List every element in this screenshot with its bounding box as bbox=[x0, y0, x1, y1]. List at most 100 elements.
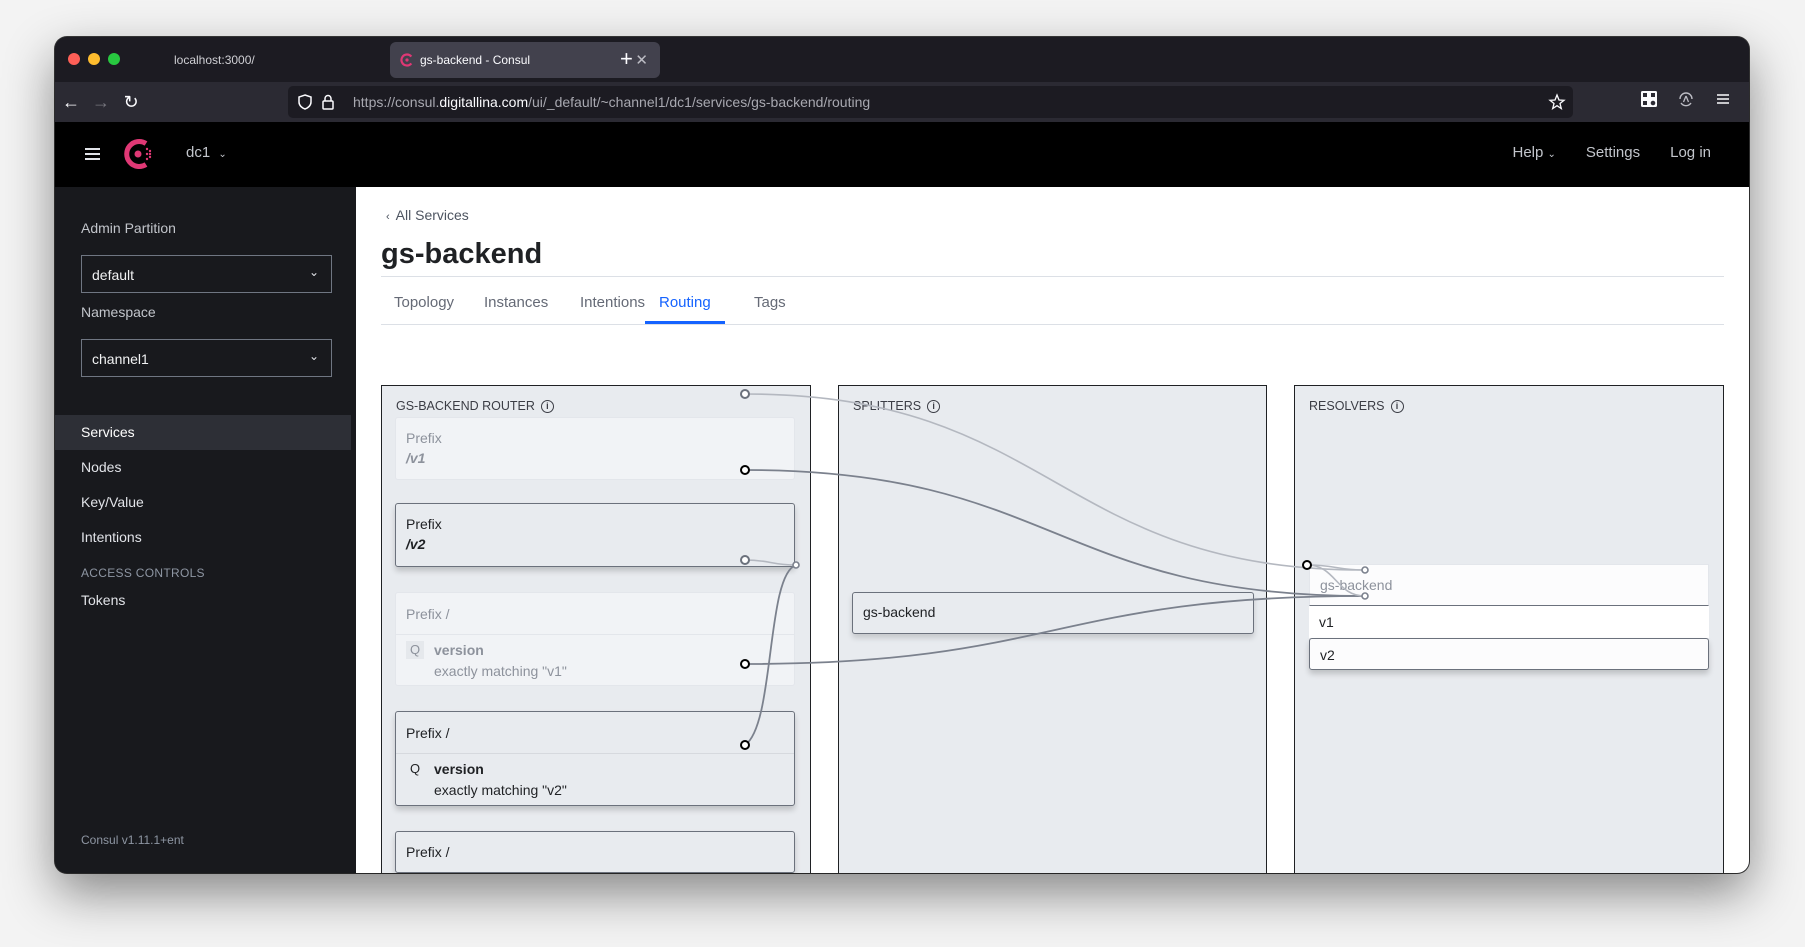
help-menu[interactable]: Help ⌄ bbox=[1513, 144, 1556, 161]
login-link[interactable]: Log in bbox=[1670, 144, 1711, 161]
settings-link[interactable]: Settings bbox=[1586, 144, 1640, 161]
query-param-key: version bbox=[434, 642, 484, 658]
route-match-value: /v2 bbox=[406, 536, 426, 552]
route-card[interactable]: Prefix / bbox=[395, 831, 795, 873]
url-path: /ui/_default/~channel1/dc1/services/gs-b… bbox=[528, 94, 871, 110]
route-card[interactable]: Prefix / Q version exactly matching "v1" bbox=[395, 592, 795, 686]
forward-icon[interactable]: → bbox=[89, 90, 113, 114]
help-label: Help bbox=[1512, 144, 1544, 161]
url-bar[interactable]: https://consul.digitallina.com/ui/_defau… bbox=[288, 86, 1573, 118]
query-param-match: exactly matching "v2" bbox=[434, 782, 567, 798]
route-card[interactable]: Prefix /v1 bbox=[395, 417, 795, 480]
sidebar-item-key-value[interactable]: Key/Value bbox=[55, 485, 351, 520]
hamburger-menu-icon[interactable] bbox=[85, 148, 100, 160]
route-match-type: Prefix bbox=[406, 516, 442, 532]
info-icon[interactable]: i bbox=[1390, 399, 1404, 413]
query-param-match: exactly matching "v1" bbox=[434, 663, 567, 679]
resolvers-title: RESOLVERS i bbox=[1309, 399, 1404, 413]
app-header: dc1 ⌄ Help ⌄ Settings Log in bbox=[55, 122, 1749, 187]
namespace-select[interactable]: channel1 ⌄ bbox=[81, 339, 332, 377]
header-nav: Help ⌄ Settings Log in bbox=[1513, 144, 1712, 161]
namespace-label: Namespace bbox=[81, 304, 156, 320]
route-match-type: Prefix / bbox=[406, 844, 450, 860]
route-card-divider bbox=[396, 634, 794, 635]
splitters-column: SPLITTERS i gs-backend bbox=[838, 385, 1267, 873]
info-icon[interactable]: i bbox=[927, 399, 941, 413]
router-title-text: GS-BACKEND ROUTER bbox=[396, 399, 535, 413]
consul-version: Consul v1.11.1+ent bbox=[81, 833, 184, 847]
resolver-subset-v1[interactable]: v1 bbox=[1309, 606, 1709, 638]
service-tabs: Topology Instances Intentions Routing Ta… bbox=[381, 283, 1724, 325]
active-tab-indicator bbox=[645, 321, 725, 324]
sidebar-item-services[interactable]: Services bbox=[55, 415, 351, 450]
router-title: GS-BACKEND ROUTER i bbox=[396, 399, 554, 413]
route-match-type: Prefix bbox=[406, 430, 442, 446]
query-param-badge: Q bbox=[409, 761, 421, 776]
splitters-title-text: SPLITTERS bbox=[853, 399, 922, 413]
tab-tags[interactable]: Tags bbox=[754, 294, 786, 311]
sidebar-item-intentions[interactable]: Intentions bbox=[55, 520, 351, 555]
back-icon[interactable]: ← bbox=[59, 90, 83, 114]
partition-label: Admin Partition bbox=[81, 220, 176, 236]
route-card-divider bbox=[396, 753, 794, 754]
resolver-subset-v2[interactable]: v2 bbox=[1309, 638, 1709, 670]
partition-select[interactable]: default ⌄ bbox=[81, 255, 332, 293]
maximize-window-button[interactable] bbox=[108, 53, 120, 65]
datacenter-dropdown[interactable]: dc1 ⌄ bbox=[186, 144, 227, 161]
consul-logo-icon[interactable] bbox=[121, 136, 157, 172]
splitters-title: SPLITTERS i bbox=[853, 399, 941, 413]
tab-intentions[interactable]: Intentions bbox=[580, 294, 645, 311]
route-match-type: Prefix / bbox=[406, 606, 450, 622]
chevron-down-icon: ⌄ bbox=[1547, 149, 1556, 160]
splitter-node[interactable]: gs-backend bbox=[852, 592, 1254, 634]
new-tab-icon[interactable]: + bbox=[620, 45, 633, 73]
qr-code-icon[interactable] bbox=[1640, 90, 1658, 108]
route-match-value: /v1 bbox=[406, 450, 426, 466]
subset-name: v2 bbox=[1320, 647, 1335, 663]
browser-toolbar: ← → ↻ https://consul.digitallina.com/ui/… bbox=[55, 82, 1749, 122]
close-icon[interactable]: ✕ bbox=[635, 51, 648, 69]
breadcrumb-all-services[interactable]: ‹ All Services bbox=[386, 207, 469, 223]
sidebar-item-tokens[interactable]: Tokens bbox=[55, 583, 351, 618]
route-card[interactable]: Prefix / Q version exactly matching "v2" bbox=[395, 711, 795, 806]
menu-icon[interactable] bbox=[1714, 90, 1732, 108]
router-column: GS-BACKEND ROUTER i Prefix /v1 Prefix /v… bbox=[381, 385, 811, 873]
chevron-down-icon: ⌄ bbox=[218, 149, 227, 160]
url-text[interactable]: https://consul.digitallina.com/ui/_defau… bbox=[353, 94, 870, 110]
tab-topology[interactable]: Topology bbox=[394, 294, 454, 311]
close-window-button[interactable] bbox=[68, 53, 80, 65]
main-content: ‹ All Services gs-backend Topology Instan… bbox=[356, 187, 1749, 873]
resolvers-title-text: RESOLVERS bbox=[1309, 399, 1385, 413]
shield-icon[interactable] bbox=[296, 93, 314, 111]
datacenter-label: dc1 bbox=[186, 144, 211, 161]
star-icon[interactable] bbox=[1548, 93, 1566, 111]
url-prefix: https://consul. bbox=[353, 94, 440, 110]
tab-instances[interactable]: Instances bbox=[484, 294, 548, 311]
tab-routing[interactable]: Routing bbox=[659, 294, 711, 311]
namespace-value: channel1 bbox=[92, 351, 149, 367]
sidebar-item-nodes[interactable]: Nodes bbox=[55, 450, 351, 485]
minimize-window-button[interactable] bbox=[88, 53, 100, 65]
query-param-badge: Q bbox=[406, 641, 424, 659]
query-param-key: version bbox=[434, 761, 484, 777]
page-title: gs-backend bbox=[381, 238, 543, 270]
info-icon[interactable]: i bbox=[540, 399, 554, 413]
splitter-name: gs-backend bbox=[863, 604, 936, 620]
resolvers-column: RESOLVERS i gs-backend v1 v2 bbox=[1294, 385, 1724, 873]
chevron-left-icon: ‹ bbox=[386, 211, 390, 223]
tab-bar: localhost:3000/ ✕ gs-backend - Consul ✕ … bbox=[55, 37, 1749, 82]
lock-icon[interactable] bbox=[319, 93, 337, 111]
resolver-card: gs-backend v1 v2 bbox=[1309, 564, 1709, 670]
sync-icon[interactable] bbox=[1677, 90, 1695, 108]
sidebar: Admin Partition default ⌄ Namespace chan… bbox=[55, 187, 356, 873]
resolver-name[interactable]: gs-backend bbox=[1309, 564, 1709, 606]
chevron-down-icon: ⌄ bbox=[308, 265, 319, 279]
partition-value: default bbox=[92, 267, 135, 283]
browser-window: localhost:3000/ ✕ gs-backend - Consul ✕ … bbox=[55, 37, 1749, 873]
route-match-type: Prefix / bbox=[406, 725, 450, 741]
consul-favicon-icon bbox=[400, 53, 413, 67]
tab-title: localhost:3000/ bbox=[174, 53, 255, 67]
route-card[interactable]: Prefix /v2 bbox=[395, 503, 795, 567]
reload-icon[interactable]: ↻ bbox=[119, 90, 143, 114]
breadcrumb-label: All Services bbox=[395, 207, 469, 223]
